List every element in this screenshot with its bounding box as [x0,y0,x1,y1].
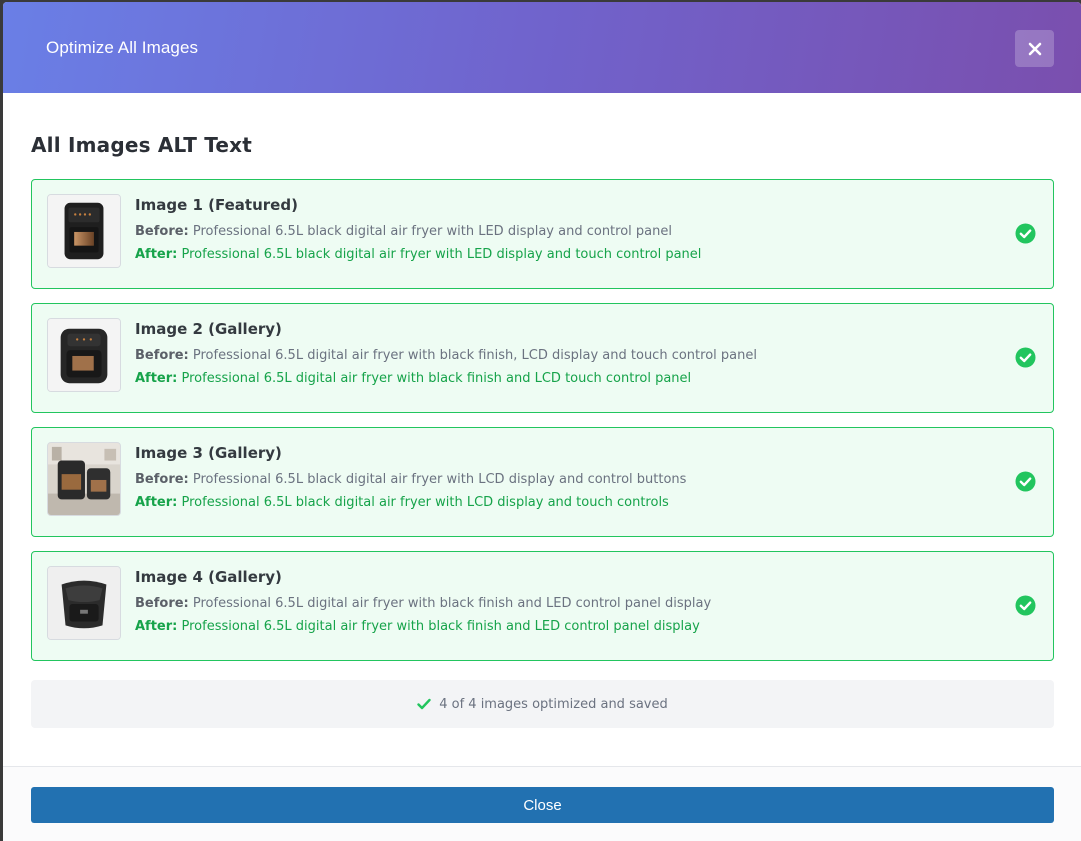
after-label: After: [135,495,178,510]
image-thumbnail [47,442,121,516]
before-label: Before: [135,472,189,487]
modal-close-button[interactable] [1015,30,1054,67]
alt-before: Before: Professional 6.5L digital air fr… [135,348,757,363]
after-text: Professional 6.5L digital air fryer with… [181,619,700,634]
alt-before: Before: Professional 6.5L black digital … [135,224,672,239]
image-thumbnail [47,566,121,640]
before-text: Professional 6.5L black digital air frye… [192,472,687,487]
modal-header: Optimize All Images [3,2,1081,93]
after-label: After: [135,371,178,386]
image-title: Image 3 (Gallery) [135,444,282,462]
alt-after: After: Professional 6.5L digital air fry… [135,371,691,386]
after-label: After: [135,247,178,262]
image-title: Image 1 (Featured) [135,196,298,214]
before-label: Before: [135,348,189,363]
image-card: Image 2 (Gallery) Before: Professional 6… [31,303,1054,413]
image-card: Image 3 (Gallery) Before: Professional 6… [31,427,1054,537]
before-text: Professional 6.5L black digital air frye… [192,224,672,239]
image-list: Image 1 (Featured) Before: Professional … [31,179,1054,675]
alt-before: Before: Professional 6.5L digital air fr… [135,596,711,611]
modal-footer: Close [3,766,1081,841]
close-icon [1028,42,1041,55]
summary-text: 4 of 4 images optimized and saved [439,696,668,712]
alt-before: Before: Professional 6.5L black digital … [135,472,686,487]
checkmark-icon [417,698,431,710]
image-title: Image 2 (Gallery) [135,320,282,338]
image-thumbnail [47,318,121,392]
image-thumbnail [47,194,121,268]
section-title: All Images ALT Text [31,133,253,157]
close-button[interactable]: Close [31,787,1054,823]
image-title: Image 4 (Gallery) [135,568,282,586]
before-text: Professional 6.5L digital air fryer with… [192,596,712,611]
image-card: Image 1 (Featured) Before: Professional … [31,179,1054,289]
after-text: Professional 6.5L black digital air frye… [181,495,669,510]
after-label: After: [135,619,178,634]
alt-after: After: Professional 6.5L digital air fry… [135,619,700,634]
after-text: Professional 6.5L digital air fryer with… [181,371,692,386]
alt-after: After: Professional 6.5L black digital a… [135,247,701,262]
check-circle-icon [1015,347,1036,368]
check-circle-icon [1015,223,1036,244]
check-circle-icon [1015,471,1036,492]
modal-title: Optimize All Images [46,38,199,57]
alt-after: After: Professional 6.5L black digital a… [135,495,669,510]
before-label: Before: [135,596,189,611]
image-card: Image 4 (Gallery) Before: Professional 6… [31,551,1054,661]
optimization-summary: 4 of 4 images optimized and saved [31,680,1054,728]
before-text: Professional 6.5L digital air fryer with… [192,348,757,363]
check-circle-icon [1015,595,1036,616]
after-text: Professional 6.5L black digital air frye… [181,247,702,262]
before-label: Before: [135,224,189,239]
optimize-images-modal: Optimize All Images All Images ALT Text [3,2,1081,841]
